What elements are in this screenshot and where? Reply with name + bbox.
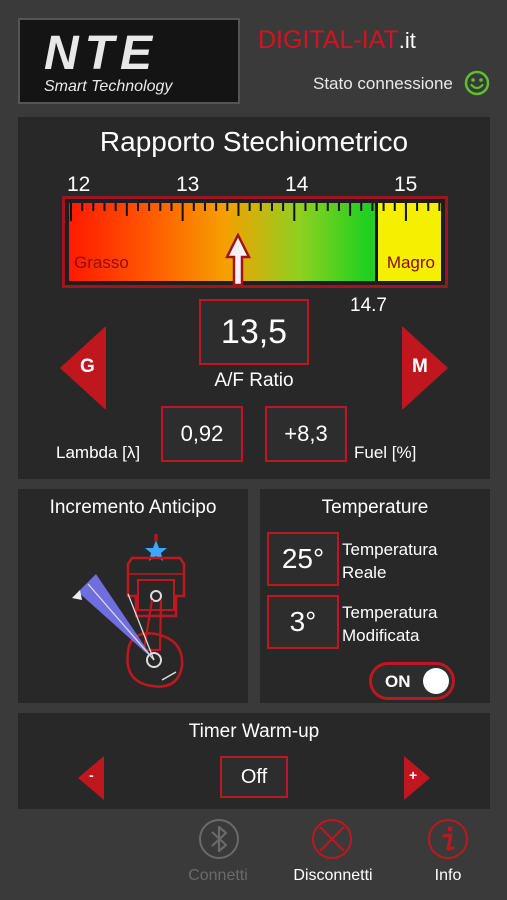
mod-temp-value: 3° bbox=[289, 606, 317, 637]
disconnect-button[interactable]: Disconnetti bbox=[285, 818, 381, 888]
afr-gauge: Grasso Magro bbox=[62, 196, 448, 288]
rich-label: Grasso bbox=[74, 253, 129, 272]
lean-button-label: M bbox=[412, 356, 428, 377]
logo-subtext: Smart Technology bbox=[44, 78, 173, 95]
timer-minus-label: - bbox=[89, 767, 94, 783]
info-button[interactable]: Info bbox=[420, 818, 476, 888]
info-icon bbox=[427, 818, 469, 865]
rich-button-label: G bbox=[80, 356, 95, 377]
toggle-label: ON bbox=[385, 672, 411, 691]
real-temp-box: 25° bbox=[267, 532, 339, 586]
lambda-value: 0,92 bbox=[180, 421, 224, 446]
brand-suffix: .it bbox=[398, 28, 416, 53]
timer-plus-button[interactable]: + bbox=[404, 756, 430, 800]
brand-title: DIGITAL-IAT.it bbox=[258, 26, 416, 55]
ratio-title: Rapporto Stechiometrico bbox=[99, 126, 409, 157]
scale-label-12: 12 bbox=[67, 173, 91, 196]
rich-button[interactable]: G bbox=[60, 326, 106, 410]
scale-label-14: 14 bbox=[285, 173, 309, 196]
connection-status-label: Stato connessione bbox=[313, 74, 453, 93]
smiley-connected-icon bbox=[464, 70, 490, 96]
timer-title: Timer Warm-up bbox=[188, 721, 320, 742]
gauge-gradient: Grasso Magro bbox=[69, 203, 441, 287]
temperature-toggle[interactable]: ON bbox=[369, 662, 455, 700]
stoich-value-label: 14.7 bbox=[350, 295, 387, 316]
brand-main: DIGITAL-IAT bbox=[258, 26, 399, 54]
fuel-value: +8,3 bbox=[284, 421, 328, 446]
real-temp-label-2: Reale bbox=[342, 563, 387, 582]
timer-value-box: Off bbox=[220, 756, 288, 798]
bluetooth-icon bbox=[198, 818, 240, 865]
toggle-knob bbox=[423, 668, 449, 694]
lambda-value-box: 0,92 bbox=[161, 406, 243, 462]
advance-title: Incremento Anticipo bbox=[49, 497, 217, 518]
fuel-label: Fuel [%] bbox=[354, 443, 417, 462]
ratio-panel bbox=[18, 117, 490, 479]
disconnect-icon bbox=[311, 818, 353, 865]
timer-value: Off bbox=[240, 765, 268, 788]
mod-temp-label-1: Temperatura bbox=[342, 603, 438, 622]
connect-button[interactable]: Connetti bbox=[178, 818, 258, 888]
temperature-title: Temperature bbox=[321, 497, 429, 518]
gauge-ticks bbox=[70, 203, 441, 221]
mod-temp-box: 3° bbox=[267, 595, 339, 649]
info-label: Info bbox=[434, 867, 462, 884]
scale-label-13: 13 bbox=[176, 173, 200, 196]
real-temp-label-1: Temperatura bbox=[342, 540, 438, 559]
engine-piston-icon bbox=[66, 534, 206, 694]
nte-logo: NTE Smart Technology bbox=[18, 18, 240, 104]
connect-label: Connetti bbox=[188, 867, 248, 884]
afr-value-box: 13,5 bbox=[199, 299, 309, 365]
afr-label: A/F Ratio bbox=[214, 370, 294, 391]
real-temp-label: Temperatura Reale bbox=[342, 538, 437, 584]
mod-temp-label-2: Modificata bbox=[342, 626, 420, 645]
afr-value: 13,5 bbox=[220, 312, 288, 351]
lean-button[interactable]: M bbox=[402, 326, 448, 410]
lean-label: Magro bbox=[386, 253, 435, 272]
real-temp-value: 25° bbox=[281, 543, 325, 574]
fuel-value-box: +8,3 bbox=[265, 406, 347, 462]
logo-text: NTE bbox=[44, 27, 158, 80]
gauge-pointer bbox=[225, 232, 252, 287]
scale-label-15: 15 bbox=[394, 173, 418, 196]
lambda-label: Lambda [λ] bbox=[56, 443, 141, 462]
timer-minus-button[interactable]: - bbox=[78, 756, 104, 800]
disconnect-label: Disconnetti bbox=[293, 867, 373, 884]
timer-plus-label: + bbox=[409, 767, 418, 783]
mod-temp-label: Temperatura Modificata bbox=[342, 601, 437, 647]
